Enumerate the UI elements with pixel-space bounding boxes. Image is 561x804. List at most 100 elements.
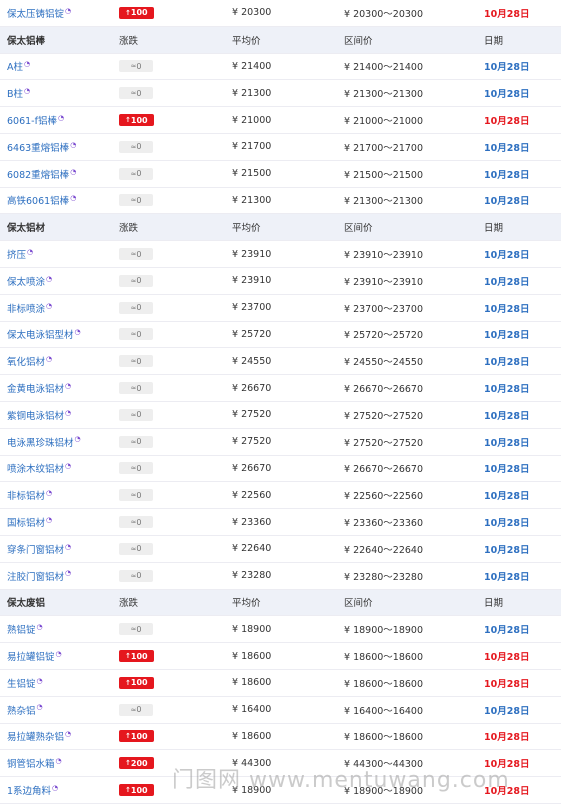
- table-row: 易拉罐熟杂铝◔ ↑ 100 ¥ 18600 ¥ 18600～18600 10月28日: [0, 724, 561, 751]
- price-range: ¥ 27520～27520: [344, 410, 424, 422]
- change-badge: ≈ 0: [119, 60, 153, 73]
- change-badge: ≈ 0: [119, 489, 153, 502]
- product-name-link[interactable]: 保太压铸铝锭◔: [7, 6, 71, 20]
- price-range: ¥ 18600～18600: [344, 678, 424, 690]
- verified-tag-icon: ◔: [65, 462, 72, 471]
- table-row: 保太喷涂◔ ≈ 0 ¥ 23910 ¥ 23910～23910 10月28日: [0, 268, 561, 295]
- average-price: ¥ 23910: [232, 275, 272, 287]
- table-row: 喷涂木纹铝材◔ ≈ 0 ¥ 26670 ¥ 26670～26670 10月28日: [0, 456, 561, 483]
- price-date: 10月28日: [484, 732, 530, 744]
- change-value: 0: [136, 437, 142, 447]
- change-value: 0: [136, 61, 142, 71]
- verified-tag-icon: ◔: [55, 649, 62, 658]
- product-name-link[interactable]: 保太喷涂◔: [7, 274, 52, 288]
- change-badge: ↑ 100: [119, 650, 154, 663]
- product-name-link[interactable]: 易拉罐铝锭◔: [7, 649, 62, 663]
- product-name-link[interactable]: 熟铝锭◔: [7, 622, 43, 636]
- change-cell: ≈ 0: [119, 456, 153, 482]
- product-name-link[interactable]: 穿条门窗铝材◔: [7, 542, 71, 556]
- table-row: 注胶门窗铝材◔ ≈ 0 ¥ 23280 ¥ 23280～23280 10月28日: [0, 563, 561, 590]
- change-badge: ≈ 0: [119, 516, 153, 529]
- product-name-link[interactable]: 6463重熔铝棒◔: [7, 140, 76, 154]
- price-range: ¥ 18900～18900: [344, 625, 424, 637]
- change-cell: ↑ 100: [119, 643, 154, 669]
- price-range: ¥ 21300～21300: [344, 89, 424, 101]
- product-name-link[interactable]: 注胶门窗铝材◔: [7, 569, 71, 582]
- section-header-row: 保太铝材 涨跌 平均价 区间价 日期: [0, 214, 561, 242]
- product-name-cell: 氧化铝材◔: [7, 348, 52, 374]
- change-cell: ≈ 0: [119, 482, 153, 508]
- product-name-link[interactable]: 氧化铝材◔: [7, 354, 52, 368]
- change-badge: ≈ 0: [119, 703, 153, 716]
- average-price: ¥ 23910: [232, 248, 272, 260]
- column-header-range-label: 区间价: [344, 223, 373, 235]
- change-badge: ↑ 200: [119, 757, 154, 770]
- change-cell: ≈ 0: [119, 322, 153, 348]
- product-name-cell: 熟铝锭◔: [7, 616, 43, 642]
- change-cell: ≈ 0: [119, 241, 153, 267]
- product-name-link[interactable]: 国标铝材◔: [7, 515, 52, 529]
- price-date: 10月28日: [484, 544, 530, 556]
- product-name-link[interactable]: 挤压◔: [7, 247, 33, 261]
- product-name-text: 保太电泳铝型材: [7, 330, 74, 342]
- price-range: ¥ 24550～24550: [344, 357, 424, 369]
- price-table: 保太压铸铝锭◔ ↑ 100 ¥ 20300 ¥ 20300～20300 10月28日 保太…: [0, 0, 561, 804]
- change-value: 200: [130, 758, 148, 768]
- average-price: ¥ 21500: [232, 168, 272, 180]
- product-name-link[interactable]: A柱◔: [7, 59, 30, 73]
- change-value: 100: [130, 785, 148, 795]
- price-range: ¥ 22640～22640: [344, 544, 424, 556]
- verified-tag-icon: ◔: [46, 301, 53, 310]
- change-badge: ≈ 0: [119, 140, 153, 153]
- product-name-text: 氧化铝材: [7, 357, 46, 369]
- change-value: 0: [136, 571, 142, 581]
- price-date: 10月28日: [484, 518, 530, 530]
- product-name-link[interactable]: 紫铜电泳铝材◔: [7, 408, 71, 422]
- product-name-link[interactable]: 熟杂铝◔: [7, 703, 43, 716]
- table-row: 易拉罐铝锭◔ ↑ 100 ¥ 18600 ¥ 18600～18600 10月28日: [0, 643, 561, 670]
- product-name-link[interactable]: B柱◔: [7, 86, 30, 100]
- column-header-range-label: 区间价: [344, 35, 373, 47]
- product-name-link[interactable]: 高铁6061铝棒◔: [7, 193, 76, 207]
- verified-tag-icon: ◔: [70, 194, 77, 203]
- table-row: 保太电泳铝型材◔ ≈ 0 ¥ 25720 ¥ 25720～25720 10月28日: [0, 322, 561, 349]
- change-badge: ≈ 0: [119, 301, 153, 314]
- product-name-link[interactable]: 非标铝材◔: [7, 488, 52, 502]
- product-name-link[interactable]: 铜管铝水箱◔: [7, 756, 62, 770]
- product-name-link[interactable]: 保太电泳铝型材◔: [7, 327, 81, 341]
- product-name-link[interactable]: 非标喷涂◔: [7, 301, 52, 315]
- change-badge: ≈ 0: [119, 167, 153, 180]
- product-name-link[interactable]: 易拉罐熟杂铝◔: [7, 729, 71, 743]
- change-value: 0: [136, 463, 142, 473]
- price-range: ¥ 23910～23910: [344, 250, 424, 262]
- change-badge: ≈ 0: [119, 194, 153, 207]
- verified-tag-icon: ◔: [24, 60, 31, 69]
- column-header-change-label: 涨跌: [119, 223, 139, 235]
- price-date: 10月28日: [484, 705, 530, 717]
- price-range: ¥ 26670～26670: [344, 384, 424, 396]
- product-name-link[interactable]: 生铝锭◔: [7, 676, 43, 690]
- verified-tag-icon: ◔: [65, 542, 72, 551]
- table-row: 6463重熔铝棒◔ ≈ 0 ¥ 21700 ¥ 21700～21700 10月28日: [0, 134, 561, 161]
- change-cell: ≈ 0: [119, 161, 153, 187]
- section-title-text: 保太废铝: [7, 598, 46, 610]
- product-name-link[interactable]: 1系边角料◔: [7, 783, 58, 797]
- change-value: 100: [130, 8, 148, 18]
- verified-tag-icon: ◔: [74, 328, 81, 337]
- price-date: 10月28日: [484, 303, 530, 315]
- price-range: ¥ 23910～23910: [344, 276, 424, 288]
- average-price: ¥ 18900: [232, 623, 272, 635]
- verified-tag-icon: ◔: [70, 140, 77, 149]
- product-name-link[interactable]: 6061-f铝棒◔: [7, 113, 64, 127]
- product-name-link[interactable]: 喷涂木纹铝材◔: [7, 461, 71, 475]
- verified-tag-icon: ◔: [65, 408, 72, 417]
- table-row: 挤压◔ ≈ 0 ¥ 23910 ¥ 23910～23910 10月28日: [0, 241, 561, 268]
- price-range: ¥ 20300～20300: [344, 8, 424, 20]
- change-cell: ≈ 0: [119, 348, 153, 374]
- product-name-link[interactable]: 电泳黑珍珠铝材◔: [7, 435, 81, 448]
- product-name-link[interactable]: 6082重熔铝棒◔: [7, 167, 76, 181]
- product-name-link[interactable]: 金黄电泳铝材◔: [7, 381, 71, 395]
- product-name-text: 喷涂木纹铝材: [7, 464, 65, 476]
- product-name-cell: 1系边角料◔: [7, 777, 58, 803]
- product-name-text: 铜管铝水箱: [7, 759, 55, 771]
